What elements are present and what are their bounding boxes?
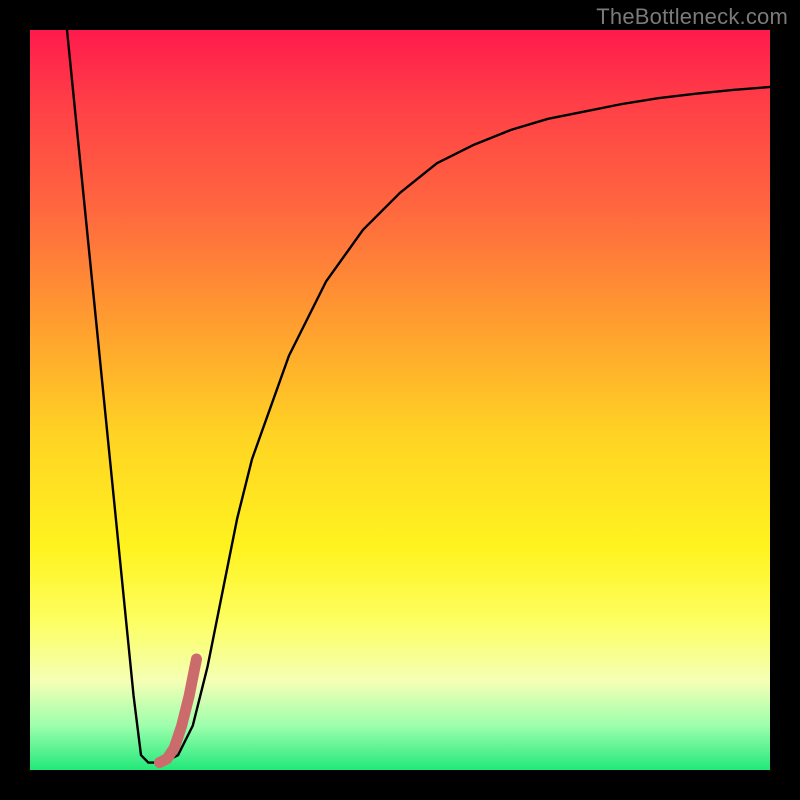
bottleneck-curve-path bbox=[67, 30, 770, 763]
watermark-text: TheBottleneck.com bbox=[596, 4, 788, 30]
chart-frame: TheBottleneck.com bbox=[0, 0, 800, 800]
highlight-segment-path bbox=[160, 659, 197, 763]
plot-area bbox=[30, 30, 770, 770]
curve-svg bbox=[30, 30, 770, 770]
